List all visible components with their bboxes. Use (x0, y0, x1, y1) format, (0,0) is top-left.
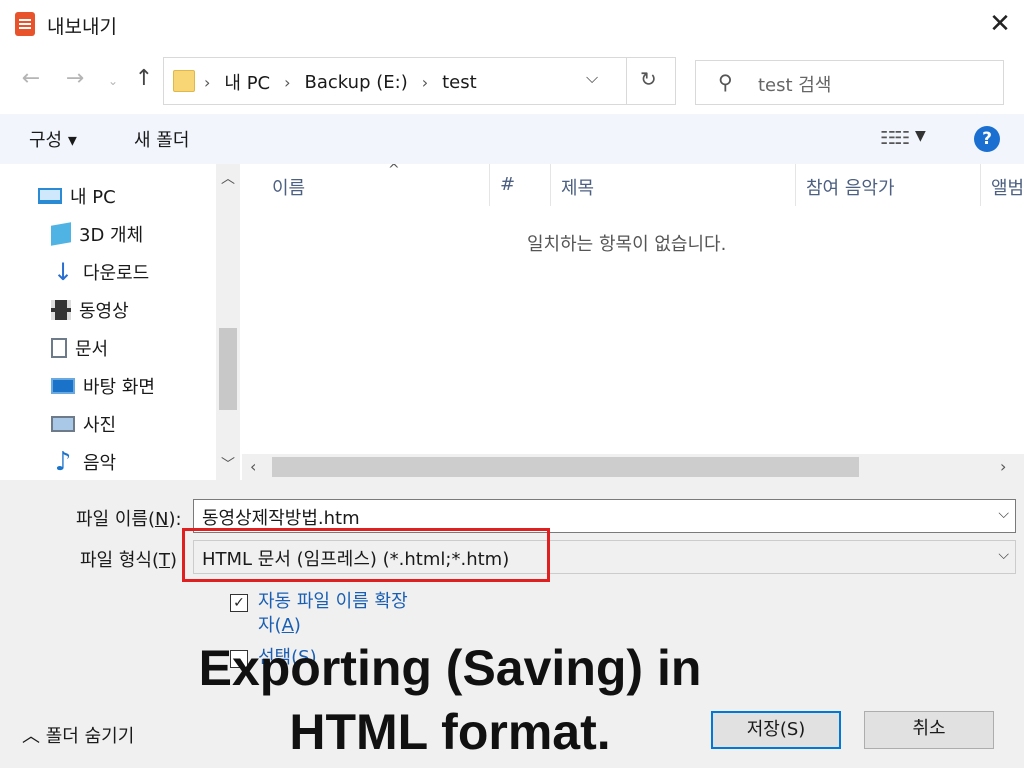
sidebar-item-this-pc[interactable]: 내 PC (38, 180, 116, 212)
sidebar-item-label: 3D 개체 (79, 225, 144, 246)
download-icon: ↓ (52, 258, 74, 286)
breadcrumb-item[interactable]: test (442, 72, 477, 93)
navigation-pane-scrollbar[interactable]: ︿ ﹀ (216, 164, 240, 480)
close-button[interactable]: ✕ (984, 8, 1016, 40)
3d-objects-icon (51, 222, 71, 246)
filetype-highlight-box (182, 528, 550, 582)
impress-app-icon (15, 12, 35, 36)
address-bar[interactable]: › 내 PC › Backup (E:) › test ⌵ ↻ (163, 57, 676, 105)
forward-arrow-icon[interactable]: → (62, 66, 88, 91)
sidebar-item-label: 동영상 (79, 301, 129, 322)
video-icon (51, 300, 71, 320)
music-icon: ♪ (54, 447, 72, 477)
horizontal-scrollbar[interactable]: ‹ › (242, 454, 1024, 480)
empty-list-message: 일치하는 항목이 없습니다. (527, 234, 727, 255)
column-header-number[interactable]: # (490, 164, 551, 206)
help-icon[interactable]: ? (974, 126, 1000, 152)
breadcrumb-item[interactable]: Backup (E:) (305, 72, 408, 93)
sidebar-item-videos[interactable]: 동영상 (51, 294, 129, 326)
filename-value: 동영상제작방법.htm (202, 508, 360, 529)
window-title: 내보내기 (47, 16, 117, 38)
view-dropdown-chevron-icon[interactable]: ▼ (915, 128, 926, 144)
sort-ascending-icon: ^ (388, 164, 400, 178)
address-divider (626, 58, 627, 104)
sidebar-item-label: 다운로드 (83, 263, 150, 284)
scroll-left-chevron-icon[interactable]: ‹ (250, 457, 256, 476)
command-toolbar: 구성 ▾ 새 폴더 ☷☷ ▼ ? (0, 114, 1024, 164)
recent-locations-chevron-icon[interactable]: ⌄ (100, 74, 126, 88)
sidebar-item-downloads[interactable]: ↓ 다운로드 (51, 256, 149, 288)
file-list: ^ 이름 # 제목 참여 음악가 앨범 일치하는 항목이 없습니다. (242, 164, 1024, 480)
column-header-album[interactable]: 앨범 (981, 164, 1024, 206)
caption-line-2: HTML format. (289, 704, 611, 760)
sidebar-item-desktop[interactable]: 바탕 화면 (51, 370, 155, 402)
search-box[interactable]: ⚲ test 검색 (695, 60, 1004, 105)
sidebar-item-documents[interactable]: 문서 (51, 332, 108, 364)
auto-extension-checkbox[interactable]: ✓ (230, 594, 248, 612)
folder-icon (173, 70, 195, 92)
refresh-icon[interactable]: ↻ (640, 67, 657, 91)
navigation-pane: 내 PC 3D 개체 ↓ 다운로드 동영상 문서 바탕 화면 사진 ♪ 음악 (0, 164, 240, 480)
desktop-icon (51, 378, 75, 394)
filetype-label: 파일 형식(T) (80, 550, 178, 571)
sidebar-item-label: 사진 (83, 415, 117, 436)
breadcrumb-separator-icon[interactable]: › (284, 73, 290, 92)
search-icon: ⚲ (718, 70, 733, 94)
scrollbar-thumb[interactable] (272, 457, 859, 477)
column-header-title[interactable]: 제목 (551, 164, 796, 206)
scrollbar-thumb[interactable] (219, 328, 237, 410)
breadcrumb-item[interactable]: 내 PC (224, 69, 270, 95)
sidebar-item-label: 바탕 화면 (83, 377, 155, 398)
organize-menu[interactable]: 구성 ▾ (29, 126, 77, 152)
breadcrumb: › 내 PC › Backup (E:) › test (204, 69, 477, 95)
breadcrumb-separator-icon[interactable]: › (204, 73, 210, 92)
scroll-down-chevron-icon[interactable]: ﹀ (221, 454, 235, 474)
pictures-icon (51, 416, 75, 432)
title-bar: 내보내기 ✕ (0, 0, 1024, 50)
view-options-icon[interactable]: ☷☷ (880, 128, 910, 149)
filetype-dropdown-chevron-icon[interactable]: ⌵ (998, 547, 1009, 563)
auto-extension-label[interactable]: 자동 파일 이름 확장 자(A) (258, 590, 408, 638)
sidebar-item-label: 음악 (83, 453, 117, 474)
sidebar-item-3d-objects[interactable]: 3D 개체 (51, 218, 143, 250)
document-icon (51, 338, 67, 358)
column-header-artists[interactable]: 참여 음악가 (796, 164, 981, 206)
tutorial-caption: Exporting (Saving) in HTML format. (0, 636, 900, 764)
search-input[interactable]: test 검색 (758, 71, 831, 97)
up-arrow-icon[interactable]: ↑ (131, 66, 157, 91)
sidebar-item-label: 내 PC (70, 187, 116, 208)
scroll-up-chevron-icon[interactable]: ︿ (221, 168, 235, 188)
filename-dropdown-chevron-icon[interactable]: ⌵ (998, 506, 1009, 522)
column-header-name[interactable]: ^ 이름 (262, 164, 490, 206)
new-folder-button[interactable]: 새 폴더 (134, 126, 189, 152)
filename-label: 파일 이름(N): (76, 509, 182, 530)
sidebar-item-label: 문서 (75, 339, 109, 360)
caption-line-1: Exporting (Saving) in (198, 640, 702, 696)
back-arrow-icon[interactable]: ← (18, 66, 44, 91)
breadcrumb-separator-icon[interactable]: › (422, 73, 428, 92)
pc-icon (38, 188, 62, 204)
sidebar-item-pictures[interactable]: 사진 (51, 408, 116, 440)
sidebar-item-music[interactable]: ♪ 음악 (51, 446, 116, 478)
scroll-right-chevron-icon[interactable]: › (1000, 457, 1006, 476)
address-dropdown-chevron-icon[interactable]: ⌵ (586, 68, 598, 88)
